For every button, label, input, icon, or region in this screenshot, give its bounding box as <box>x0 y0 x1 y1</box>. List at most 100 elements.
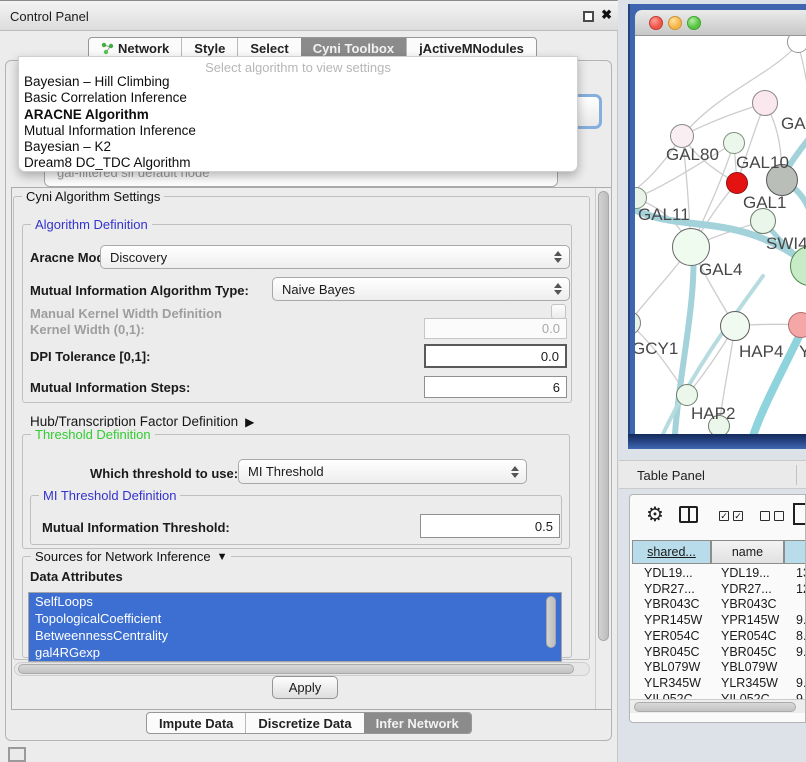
sources-group-title-row[interactable]: Sources for Network Inference ▼ <box>31 549 231 564</box>
network-node[interactable] <box>720 311 750 341</box>
kernel-width-value: 0.0 <box>542 321 560 336</box>
node-label: SWI4 <box>766 234 806 254</box>
cell: YER054C <box>711 629 784 645</box>
tab-discretize-data[interactable]: Discretize Data <box>245 713 363 733</box>
list-vertical-scrollbar[interactable] <box>546 596 556 648</box>
table-hscrollbar-thumb[interactable] <box>634 702 796 712</box>
cell: YLR345W <box>711 676 784 692</box>
algorithm-option[interactable]: Dream8 DC_TDC Algorithm <box>19 155 577 171</box>
close-icon[interactable]: ✖ <box>601 7 612 23</box>
algorithm-option[interactable]: Mutual Information Inference <box>19 123 577 139</box>
cell: 8. <box>784 629 806 645</box>
manual-kernel-checkbox[interactable] <box>551 304 566 319</box>
table-header-name[interactable]: name <box>711 540 784 564</box>
node-label: GAL11 <box>638 205 690 225</box>
tab-impute-data-label: Impute Data <box>159 716 233 731</box>
gear-icon[interactable]: ⚙ <box>646 502 664 527</box>
control-panel-titlebar[interactable]: Control Panel ✖ <box>0 1 618 31</box>
cell: YBR043C <box>632 597 711 613</box>
cell: 13 <box>784 566 806 582</box>
algorithm-option-selected[interactable]: ARACNE Algorithm <box>19 107 577 123</box>
table-row[interactable]: YPR145WYPR145W9. <box>632 613 806 629</box>
cell <box>784 597 806 613</box>
cell: 9. <box>784 645 806 661</box>
tab-style[interactable]: Style <box>181 38 237 58</box>
algorithm-option[interactable]: Bayesian – K2 <box>19 139 577 155</box>
tab-cyni-toolbox[interactable]: Cyni Toolbox <box>301 38 406 58</box>
tab-select-label: Select <box>250 41 288 56</box>
tab-impute-data[interactable]: Impute Data <box>147 713 245 733</box>
algorithm-option[interactable]: Basic Correlation Inference <box>19 90 577 106</box>
node-label: GAL10 <box>736 153 789 173</box>
checkbox-empty <box>774 511 784 521</box>
float-window-icon[interactable] <box>583 11 594 22</box>
cell: YBR045C <box>711 645 784 661</box>
page-icon[interactable] <box>793 503 806 525</box>
sources-group-title: Sources for Network Inference <box>35 549 211 564</box>
tab-jactivemnodules[interactable]: jActiveMNodules <box>406 38 536 58</box>
settings-vscrollbar-track[interactable] <box>595 188 611 709</box>
settings-vscrollbar-thumb[interactable] <box>598 191 609 641</box>
kernel-width-field[interactable]: 0.0 <box>424 318 567 339</box>
node-label: Y <box>799 342 806 362</box>
network-node[interactable] <box>752 90 778 116</box>
list-item[interactable]: BetweennessCentrality <box>29 627 561 644</box>
apply-button[interactable]: Apply <box>272 676 338 699</box>
which-threshold-value: MI Threshold <box>248 464 324 479</box>
table-row[interactable]: YLR345WYLR345W9. <box>632 676 806 692</box>
mi-steps-field[interactable]: 6 <box>424 376 567 398</box>
list-item[interactable]: gal4RGexp <box>29 644 561 661</box>
tab-network-label: Network <box>118 41 169 56</box>
checkbox-empty <box>760 511 770 521</box>
table-row[interactable]: YBR045CYBR045C9. <box>632 645 806 661</box>
cyni-algorithm-settings-title: Cyni Algorithm Settings <box>22 189 164 204</box>
list-item[interactable]: SelfLoops <box>29 593 561 610</box>
table-row[interactable]: YDR27...YDR27...12 <box>632 582 806 598</box>
dpi-tolerance-field[interactable]: 0.0 <box>424 344 567 368</box>
cell: YBR043C <box>711 597 784 613</box>
table-header-shared[interactable]: shared... <box>632 540 711 564</box>
table-panel-titlebar[interactable]: Table Panel <box>619 460 806 489</box>
table-row[interactable]: YBL079WYBL079W <box>632 660 806 676</box>
tab-select[interactable]: Select <box>237 38 300 58</box>
table-panel-body: ⚙ ✓✓ shared... name YDL19...YDL19...13 Y… <box>629 494 806 723</box>
settings-hscrollbar-track[interactable] <box>14 662 590 676</box>
table-header-shared-label: shared... <box>647 545 696 559</box>
aracne-mode-combo[interactable]: Discovery <box>100 245 570 269</box>
tab-network[interactable]: Network <box>89 38 181 58</box>
network-node-selected[interactable] <box>726 172 748 194</box>
checked-boxes-icon[interactable]: ✓✓ <box>719 511 743 521</box>
settings-hscrollbar-thumb[interactable] <box>18 664 574 674</box>
mini-button[interactable] <box>8 747 26 762</box>
cell: YPR145W <box>711 613 784 629</box>
unchecked-boxes-icon[interactable] <box>760 511 784 521</box>
which-threshold-combo[interactable]: MI Threshold <box>238 459 527 484</box>
table-row[interactable]: YBR043CYBR043C <box>632 597 806 613</box>
table-hscrollbar-track[interactable] <box>630 699 806 713</box>
cell: YDR27... <box>711 582 784 598</box>
data-attributes-list[interactable]: SelfLoops TopologicalCoefficient Between… <box>28 592 562 662</box>
network-node[interactable] <box>676 384 698 406</box>
table-row[interactable]: YER054CYER054C8. <box>632 629 806 645</box>
split-view-icon[interactable] <box>679 506 698 523</box>
mi-type-combo[interactable]: Naive Bayes <box>272 277 570 301</box>
screen: Control Panel ✖ Network Style Select Cyn… <box>0 0 806 762</box>
network-canvas[interactable]: GAL GAL80 GAL10 GAL1 GAL11 SWI4 GAL4 GCY… <box>635 36 806 434</box>
network-view-window[interactable]: GAL GAL80 GAL10 GAL1 GAL11 SWI4 GAL4 GCY… <box>628 4 806 449</box>
window-zoom-button[interactable] <box>687 16 701 30</box>
algorithm-option[interactable]: Bayesian – Hill Climbing <box>19 74 577 90</box>
mi-threshold-field[interactable]: 0.5 <box>420 514 560 538</box>
window-close-button[interactable] <box>649 16 663 30</box>
window-minimize-button[interactable] <box>668 16 682 30</box>
algorithm-dropdown-popup: Select algorithm to view settings Bayesi… <box>18 56 578 172</box>
network-window-titlebar[interactable] <box>635 10 806 36</box>
network-node[interactable] <box>723 132 745 154</box>
cell: 9. <box>784 613 806 629</box>
table-row[interactable]: YDL19...YDL19...13 <box>632 566 806 582</box>
cell: YDR27... <box>632 582 711 598</box>
tab-infer-network[interactable]: Infer Network <box>364 713 471 733</box>
table-header-partial[interactable] <box>784 540 806 564</box>
combo-stepper-icon <box>511 466 519 478</box>
list-item[interactable]: TopologicalCoefficient <box>29 610 561 627</box>
cell: YDL19... <box>711 566 784 582</box>
